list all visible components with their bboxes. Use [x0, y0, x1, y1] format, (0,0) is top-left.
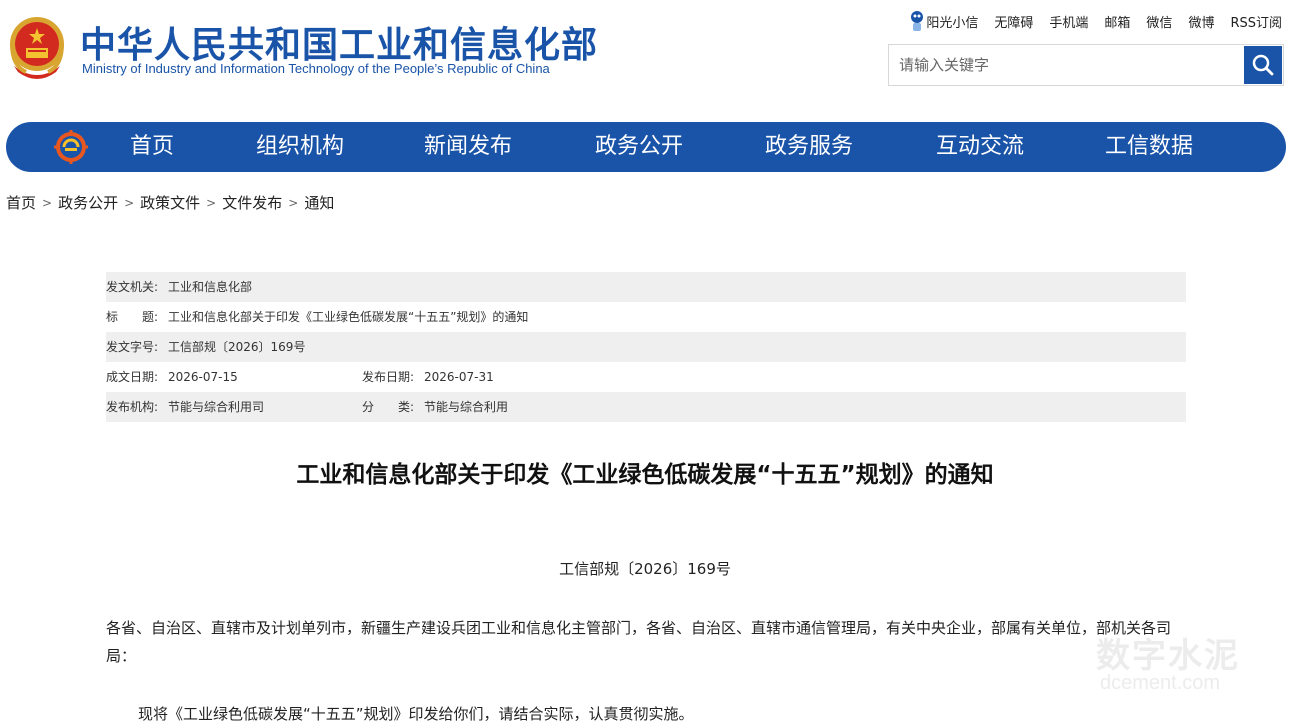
- breadcrumb-separator: >: [124, 195, 135, 210]
- miit-logo-icon: [54, 130, 88, 164]
- breadcrumb-separator: >: [288, 195, 299, 210]
- info-row-title: 标 题: 工业和信息化部关于印发《工业绿色低碳发展“十五五”规划》的通知: [106, 302, 1186, 332]
- breadcrumb-gov-affairs[interactable]: 政务公开: [58, 192, 118, 213]
- published-label: 发布日期:: [362, 370, 415, 384]
- top-link-rss[interactable]: RSS订阅: [1222, 12, 1282, 31]
- created-value: 2026-07-15: [168, 370, 238, 384]
- article-paragraph: 各省、自治区、直辖市及计划单列市，新疆生产建设兵团工业和信息化主管部门，各省、自…: [106, 619, 1172, 665]
- nav-organization[interactable]: 组织机构: [256, 122, 344, 172]
- title-value: 工业和信息化部关于印发《工业绿色低碳发展“十五五”规划》的通知: [168, 310, 529, 324]
- nav-home[interactable]: 首页: [130, 122, 174, 172]
- info-row-issuer: 发文机关: 工业和信息化部: [106, 272, 1186, 302]
- org-value: 节能与综合利用司: [168, 400, 265, 414]
- nav-news[interactable]: 新闻发布: [424, 122, 512, 172]
- issuer-label: 发文机关:: [106, 280, 159, 294]
- breadcrumb-policy[interactable]: 政策文件: [140, 192, 200, 213]
- robot-icon: [911, 11, 924, 31]
- title-label: 标 题:: [106, 310, 159, 324]
- top-link-mail[interactable]: 邮箱: [1096, 12, 1138, 31]
- doc-no-label: 发文字号:: [106, 340, 159, 354]
- info-row-doc-no: 发文字号: 工信部规〔2026〕169号: [106, 332, 1186, 362]
- document-info-table: 发文机关: 工业和信息化部 标 题: 工业和信息化部关于印发《工业绿色低碳发展“…: [106, 272, 1186, 422]
- breadcrumb-separator: >: [206, 195, 217, 210]
- category-value: 节能与综合利用: [424, 400, 509, 414]
- top-link-accessibility[interactable]: 无障碍: [986, 12, 1041, 31]
- published-value: 2026-07-31: [424, 370, 494, 384]
- article-doc-number: 工信部规〔2026〕169号: [559, 560, 731, 578]
- nav-gov-affairs[interactable]: 政务公开: [595, 122, 683, 172]
- nav-data[interactable]: 工信数据: [1105, 122, 1193, 172]
- watermark-url: dcement.com: [1100, 672, 1221, 694]
- info-row-dates: 成文日期: 2026-07-15 发布日期: 2026-07-31: [106, 362, 1186, 392]
- doc-no-value: 工信部规〔2026〕169号: [168, 340, 306, 354]
- created-label: 成文日期:: [106, 370, 159, 384]
- breadcrumb-file-release[interactable]: 文件发布: [222, 192, 282, 213]
- site-header: 中华人民共和国工业和信息化部 Ministry of Industry and …: [0, 0, 1290, 110]
- main-nav: 首页 组织机构 新闻发布 政务公开 政务服务 互动交流 工信数据: [6, 122, 1286, 172]
- watermark-text: 数字水泥: [1096, 636, 1240, 676]
- org-label: 发布机构:: [106, 400, 159, 414]
- breadcrumb: 首页 > 政务公开 > 政策文件 > 文件发布 > 通知: [6, 192, 334, 213]
- breadcrumb-home[interactable]: 首页: [6, 192, 36, 213]
- site-title-en[interactable]: Ministry of Industry and Information Tec…: [82, 61, 550, 76]
- top-link-wechat[interactable]: 微信: [1138, 12, 1180, 31]
- nav-interaction[interactable]: 互动交流: [936, 122, 1024, 172]
- category-label: 分 类:: [362, 400, 415, 414]
- breadcrumb-separator: >: [42, 195, 53, 210]
- top-link-sunshine[interactable]: 阳光小信: [926, 12, 986, 31]
- info-row-org: 发布机构: 节能与综合利用司 分 类: 节能与综合利用: [106, 392, 1186, 422]
- top-link-mobile[interactable]: 手机端: [1041, 12, 1096, 31]
- search-box: [888, 44, 1284, 86]
- breadcrumb-notice[interactable]: 通知: [304, 192, 334, 213]
- article-paragraph: 现将《工业绿色低碳发展“十五五”规划》印发给你们，请结合实际，认真贯彻实施。: [138, 705, 694, 723]
- article-title: 工业和信息化部关于印发《工业绿色低碳发展“十五五”规划》的通知: [296, 462, 994, 488]
- search-button[interactable]: [1244, 46, 1282, 84]
- nav-gov-services[interactable]: 政务服务: [765, 122, 853, 172]
- top-links: 阳光小信 无障碍 手机端 邮箱 微信 微博 RSS订阅: [910, 10, 1282, 32]
- national-emblem-icon[interactable]: [6, 14, 68, 80]
- issuer-value: 工业和信息化部: [168, 280, 253, 294]
- search-icon: [1252, 54, 1274, 76]
- top-link-weibo[interactable]: 微博: [1180, 12, 1222, 31]
- search-input[interactable]: [889, 45, 1264, 85]
